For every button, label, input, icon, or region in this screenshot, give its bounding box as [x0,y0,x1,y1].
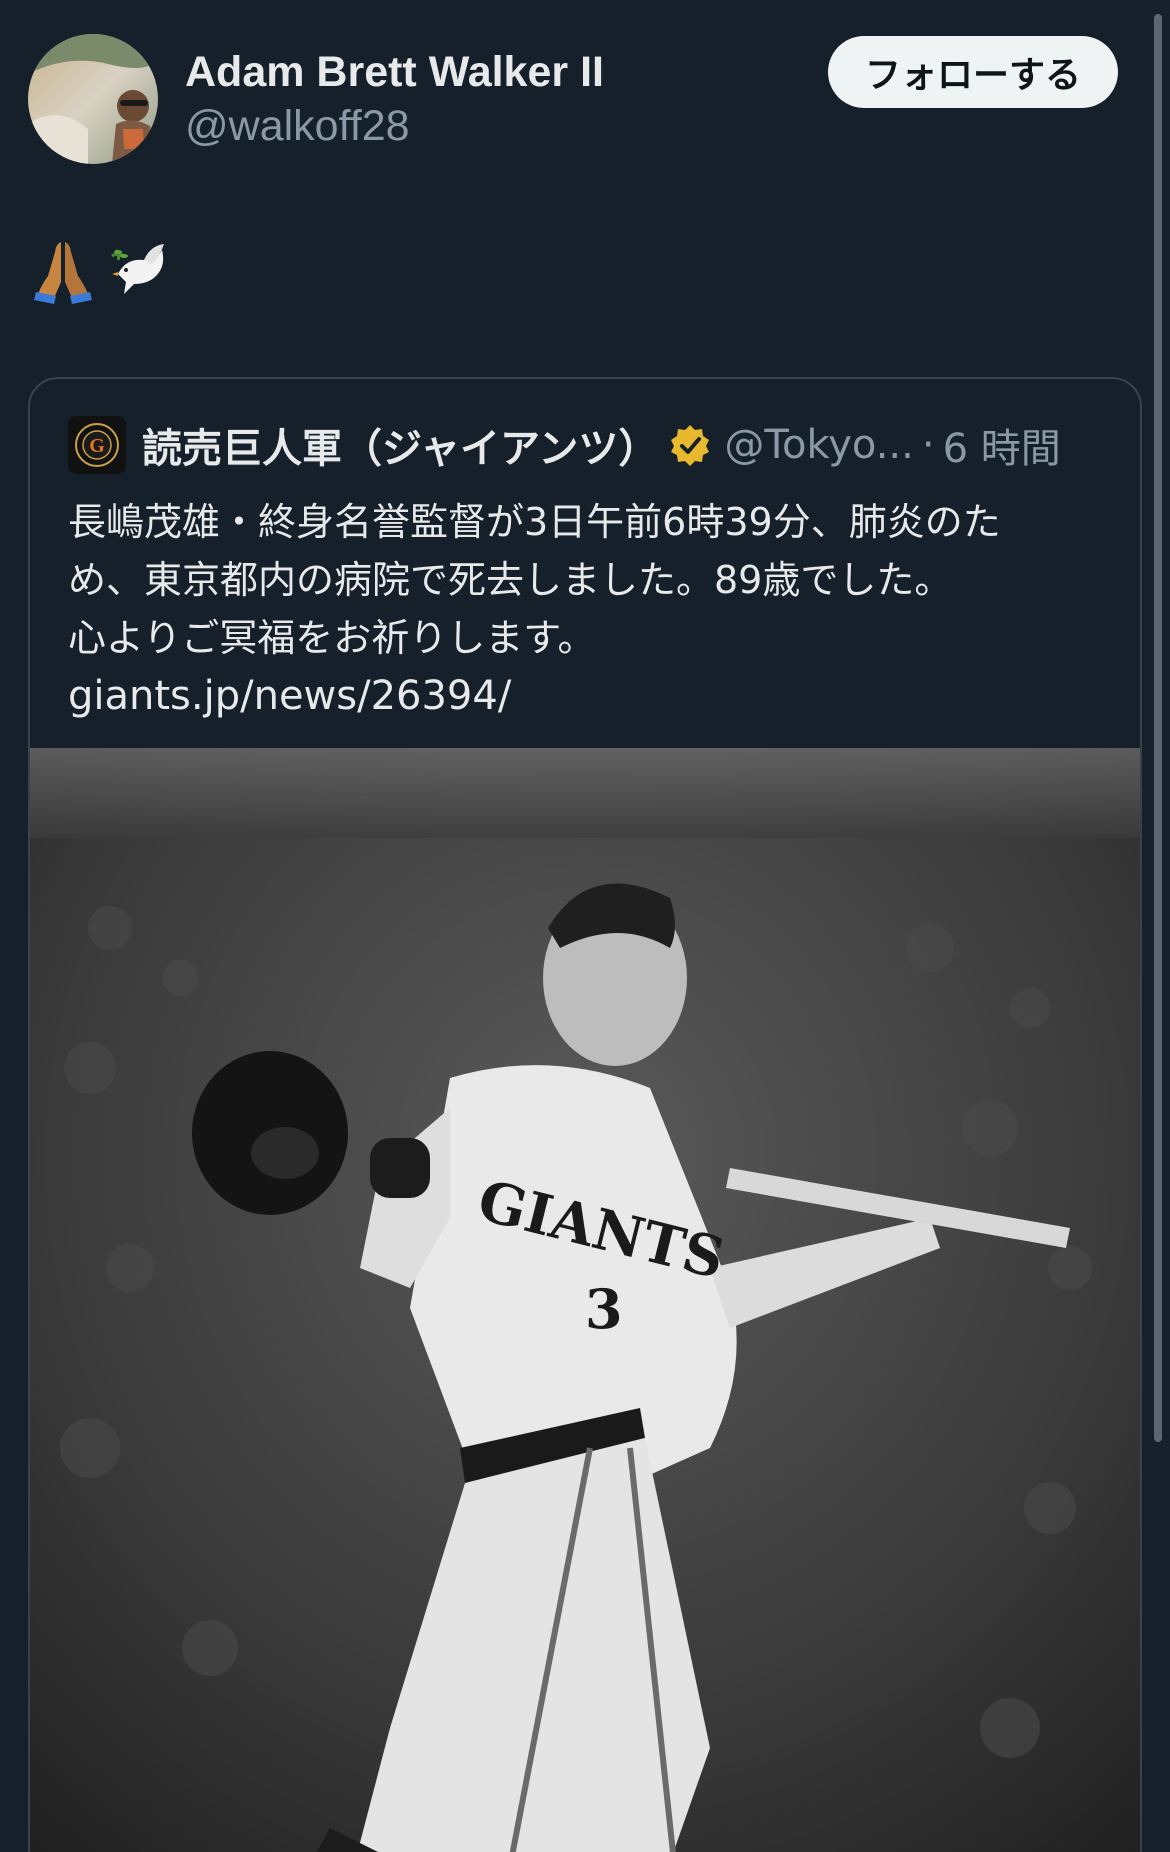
quoted-tweet-text: 長嶋茂雄・終身名誉監督が3日午前6時39分、肺炎のた め、東京都内の病院で死去し… [68,493,1128,725]
quoted-tweet-photo[interactable]: GIANTS 3 [30,748,1140,1852]
author-avatar[interactable] [28,34,158,164]
tweet-text [28,236,174,306]
quoted-author-handle[interactable]: @Tokyo... [724,422,913,468]
quoted-text-line: 心よりご冥福をお祈りします。 [68,616,596,660]
photo-jersey-number: 3 [585,1277,623,1341]
quoted-tweet-link[interactable]: giants.jp/news/26394/ [68,667,1128,725]
verified-badge-icon [671,425,710,466]
quoted-tweet-card[interactable]: G 読売巨人軍（ジャイアンツ） @Tokyo... · 6 時間 長嶋茂雄・終身… [28,377,1142,1852]
page: Adam Brett Walker II @walkoff28 フォローする G… [0,0,1170,1852]
quoted-author-name[interactable]: 読売巨人軍（ジャイアンツ） [142,416,658,474]
quoted-tweet-timestamp[interactable]: 6 時間 [943,416,1061,474]
quoted-author-avatar[interactable]: G [68,416,126,474]
separator-dot: · [921,422,935,468]
follow-button[interactable]: フォローする [828,36,1118,108]
author-name[interactable]: Adam Brett Walker II [185,48,604,97]
folded-hands-emoji [34,242,92,304]
dove-emoji [111,244,164,294]
scrollbar[interactable] [1154,14,1162,1442]
author-handle[interactable]: @walkoff28 [185,102,410,151]
svg-text:G: G [89,435,105,457]
quoted-tweet-header: G 読売巨人軍（ジャイアンツ） @Tokyo... · 6 時間 [68,415,1061,475]
quoted-text-line: め、東京都内の病院で死去しました。89歳でした。 [68,558,953,602]
quoted-text-line: 長嶋茂雄・終身名誉監督が3日午前6時39分、肺炎のた [68,500,1001,544]
